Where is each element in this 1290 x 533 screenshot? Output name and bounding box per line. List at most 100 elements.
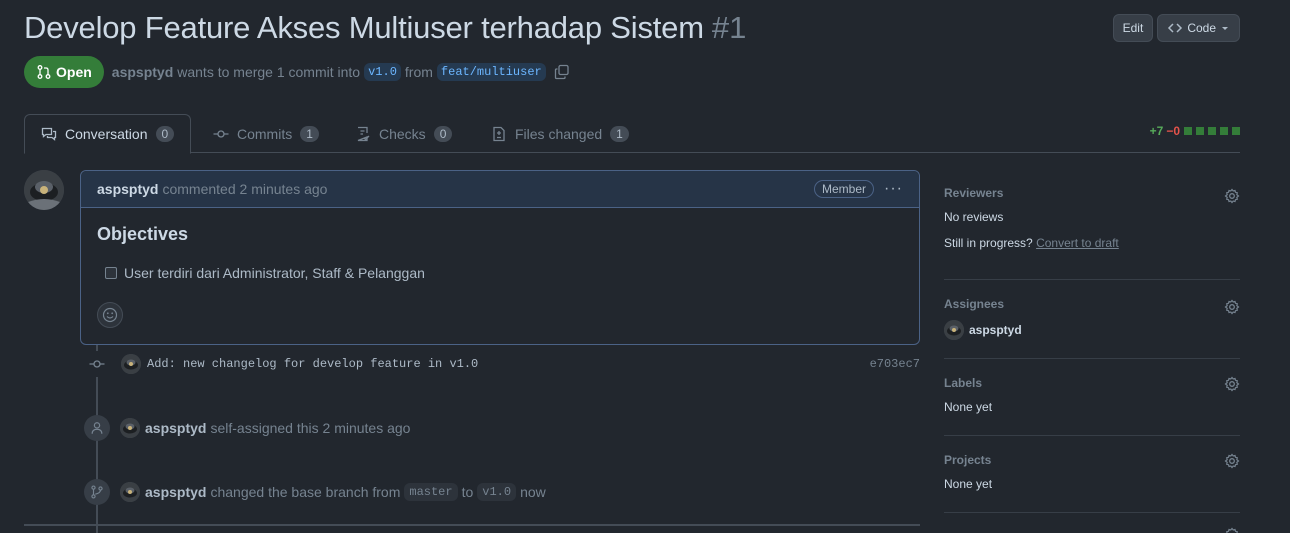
checklist-icon xyxy=(357,126,370,141)
deletions-count: −0 xyxy=(1166,124,1180,138)
chevron-down-icon xyxy=(1222,27,1228,30)
comment-heading: Objectives xyxy=(97,224,189,244)
code-button[interactable]: Code xyxy=(1157,14,1240,42)
task-checkbox[interactable] xyxy=(105,267,117,279)
gear-icon[interactable] xyxy=(1224,299,1240,315)
projects-value: None yet xyxy=(944,477,993,491)
member-badge: Member xyxy=(814,180,875,198)
avatar-image xyxy=(24,170,64,210)
tab-commits[interactable]: Commits 1 xyxy=(197,114,335,153)
tab-conversation[interactable]: Conversation 0 xyxy=(24,114,192,154)
comment-author[interactable]: aspsptyd xyxy=(97,181,158,197)
comment-box: aspsptyd commented 2 minutes ago Member … xyxy=(80,170,920,345)
copy-icon[interactable] xyxy=(554,64,570,80)
avatar[interactable] xyxy=(121,354,141,374)
sidebar-assignees: Assignees aspsptyd xyxy=(944,297,1240,359)
to-text: to xyxy=(461,484,474,500)
labels-heading[interactable]: Labels xyxy=(944,376,1240,390)
sidebar-reviewers: Reviewers No reviews Still in progress? … xyxy=(944,186,1240,280)
commit-sha[interactable]: e703ec7 xyxy=(870,357,920,371)
author-link[interactable]: aspsptyd xyxy=(112,64,173,80)
tab-counter: 0 xyxy=(155,126,175,142)
edit-label: Edit xyxy=(1122,21,1144,35)
timeline-commit: Add: new changelog for develop feature i… xyxy=(84,351,920,377)
sidebar-projects: Projects None yet xyxy=(944,453,1240,513)
gear-icon[interactable] xyxy=(1224,188,1240,204)
tab-label: Conversation xyxy=(65,126,148,142)
diffstat-block xyxy=(1208,127,1216,135)
event-text: self-assigned this 2 minutes ago xyxy=(210,420,411,436)
timeline-base-change: aspsptyd changed the base branch from ma… xyxy=(84,479,546,505)
kebab-horizontal-icon[interactable]: ··· xyxy=(884,180,903,198)
base-branch[interactable]: v1.0 xyxy=(364,63,401,81)
avatar[interactable] xyxy=(120,482,140,502)
assign-event: aspsptyd self-assigned this 2 minutes ag… xyxy=(145,420,410,436)
pr-title-row: Develop Feature Akses Multiuser terhadap… xyxy=(24,10,746,46)
gear-icon[interactable] xyxy=(1224,453,1240,469)
state-badge: Open xyxy=(24,56,104,88)
avatar[interactable] xyxy=(24,170,64,210)
tab-label: Checks xyxy=(379,125,426,142)
event-user[interactable]: aspsptyd xyxy=(145,420,206,436)
in-progress-text: Still in progress? xyxy=(944,236,1033,250)
file-diff-icon xyxy=(493,126,505,141)
diffstat-block xyxy=(1220,127,1228,135)
task-list-item: User terdiri dari Administrator, Staff &… xyxy=(105,265,903,281)
header-actions: Edit Code xyxy=(1112,14,1240,42)
tab-counter: 0 xyxy=(433,125,453,142)
code-label: Code xyxy=(1187,21,1216,35)
event-text: changed the base branch from xyxy=(210,484,401,500)
pr-title: Develop Feature Akses Multiuser terhadap… xyxy=(24,10,704,45)
reviewers-heading[interactable]: Reviewers xyxy=(944,186,1240,200)
additions-count: +7 xyxy=(1149,124,1164,138)
projects-heading[interactable]: Projects xyxy=(944,453,1240,467)
timeline-divider xyxy=(24,524,920,526)
state-label: Open xyxy=(56,64,92,80)
git-commit-icon xyxy=(84,351,110,377)
comment-header: aspsptyd commented 2 minutes ago Member … xyxy=(81,171,919,208)
pr-meta: Open aspsptyd wants to merge 1 commit in… xyxy=(24,56,570,88)
new-branch: v1.0 xyxy=(477,483,517,501)
code-icon xyxy=(1168,23,1183,33)
gear-icon[interactable] xyxy=(1224,376,1240,392)
tab-counter: 1 xyxy=(610,125,629,142)
edit-button[interactable]: Edit xyxy=(1112,14,1154,42)
comment-discussion-icon xyxy=(41,127,57,141)
pr-number: #1 xyxy=(711,10,747,45)
git-commit-icon xyxy=(213,129,229,138)
tab-checks[interactable]: Checks 0 xyxy=(339,114,468,153)
comment-body: Objectives User terdiri dari Administrat… xyxy=(81,208,919,297)
diffstat-block xyxy=(1196,127,1204,135)
smiley-icon xyxy=(102,307,118,323)
gear-icon[interactable] xyxy=(1224,527,1240,533)
comment-time[interactable]: 2 minutes ago xyxy=(240,181,328,197)
diffstat-block xyxy=(1232,127,1240,135)
assignees-heading[interactable]: Assignees xyxy=(944,297,1240,311)
sidebar-labels: Labels None yet xyxy=(944,376,1240,436)
event-user[interactable]: aspsptyd xyxy=(145,484,206,500)
head-branch[interactable]: feat/multiuser xyxy=(436,63,546,81)
labels-value: None yet xyxy=(944,400,993,414)
person-icon xyxy=(84,415,110,441)
tab-files-changed[interactable]: Files changed 1 xyxy=(475,114,645,153)
convert-to-draft-link[interactable]: Convert to draft xyxy=(1036,236,1119,250)
timeline-assigned: aspsptyd self-assigned this 2 minutes ag… xyxy=(84,415,410,441)
merge-text: wants to merge 1 commit into xyxy=(177,64,361,80)
base-change-event: aspsptyd changed the base branch from ma… xyxy=(145,483,546,501)
pr-tabs: Conversation 0 Commits 1 Checks 0 Files … xyxy=(24,114,1240,154)
add-reaction-button[interactable] xyxy=(97,302,123,328)
task-text: User terdiri dari Administrator, Staff &… xyxy=(124,265,425,281)
tab-label: Commits xyxy=(237,125,293,142)
diffstat-block xyxy=(1184,127,1192,135)
avatar[interactable] xyxy=(120,418,140,438)
git-branch-icon xyxy=(84,479,110,505)
draft-prompt: Still in progress? Convert to draft xyxy=(944,236,1240,250)
pull-request-icon xyxy=(37,65,51,79)
assignee-item[interactable]: aspsptyd xyxy=(944,320,1240,340)
comment-action: commented xyxy=(162,181,236,197)
commit-message[interactable]: Add: new changelog for develop feature i… xyxy=(147,357,478,371)
tab-label: Files changed xyxy=(515,125,603,142)
now-text[interactable]: now xyxy=(520,484,546,500)
old-branch: master xyxy=(404,483,458,501)
diffstat[interactable]: +7 −0 xyxy=(1150,124,1240,138)
